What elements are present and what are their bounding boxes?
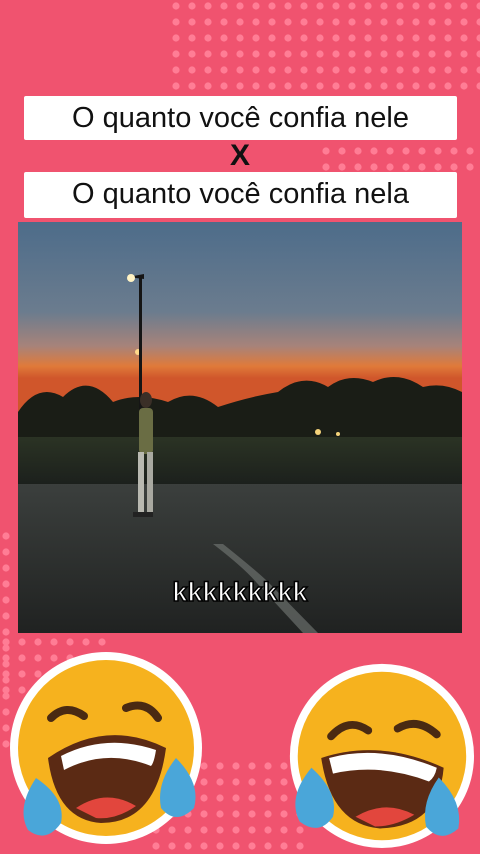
video-scene xyxy=(18,222,462,633)
versus-label: X xyxy=(229,139,250,172)
caption-text-1: O quanto você confia nele xyxy=(72,102,409,134)
video-subtitle: kkkkkkkkk xyxy=(172,576,309,608)
caption-line-2: O quanto você confia nela xyxy=(24,172,457,218)
caption-line-1: O quanto você confia nele xyxy=(24,96,457,140)
dot-pattern-top xyxy=(170,0,480,95)
caption-text-2: O quanto você confia nela xyxy=(72,178,409,210)
dot-pattern-right xyxy=(320,145,480,175)
video-frame[interactable]: kkkkkkkkk xyxy=(18,222,462,633)
face-with-tears-of-joy-icon xyxy=(10,652,202,844)
face-with-tears-of-joy-icon xyxy=(289,663,475,849)
